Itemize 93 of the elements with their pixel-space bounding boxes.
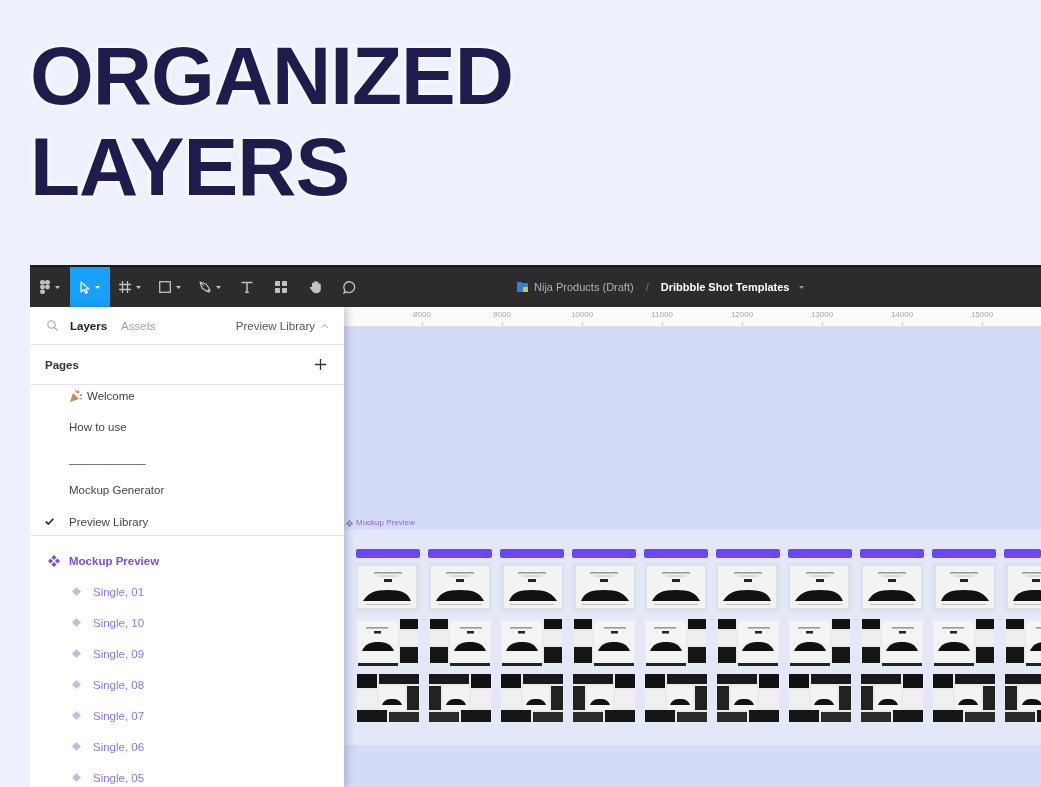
mockup-thumbnail <box>644 673 708 723</box>
page-selector[interactable]: Preview Library <box>235 319 328 332</box>
diamond-icon <box>72 711 81 720</box>
mockup-thumbnail <box>572 617 636 667</box>
logo-icon <box>40 280 50 294</box>
mockup-thumbnail <box>788 673 852 723</box>
frame-title-bar <box>716 549 780 558</box>
page-item[interactable]: Preview Library <box>45 506 149 535</box>
hand-icon <box>308 280 322 294</box>
mockup-thumbnail <box>932 673 996 723</box>
page-item[interactable]: Welcome <box>45 385 135 412</box>
mockup-thumbnail <box>572 563 636 611</box>
page-item[interactable]: Mockup Generator <box>45 474 165 506</box>
folder-icon <box>517 282 528 292</box>
caret-icon <box>176 285 181 289</box>
pen-icon <box>199 281 211 293</box>
ruler-label: 12000 <box>730 310 754 319</box>
mockup-thumbnail <box>500 563 564 611</box>
caret-icon <box>799 285 805 289</box>
mockup-thumbnail <box>500 673 564 723</box>
panel-tab[interactable]: Layers <box>70 319 108 332</box>
plus-icon <box>315 359 326 370</box>
ruler-label: 15000 <box>970 310 994 319</box>
page-item[interactable]: How to use <box>45 411 127 443</box>
mockup-thumbnail <box>932 617 996 667</box>
caret-icon <box>136 285 141 289</box>
mockup-thumbnail <box>644 563 708 611</box>
mockup-thumbnail <box>932 563 996 611</box>
mockup-thumbnail <box>860 563 924 611</box>
mockup-thumbnail <box>860 673 924 723</box>
layer-item[interactable]: Single, 06 <box>72 731 145 762</box>
frame-title-bar <box>644 549 708 558</box>
mockup-thumbnail <box>716 673 780 723</box>
mockup-thumbnail <box>428 563 492 611</box>
frame-title-bar <box>428 549 492 558</box>
mockup-thumbnail <box>644 617 708 667</box>
frame-icon <box>119 281 131 293</box>
diamond-icon <box>72 742 81 751</box>
mockup-thumbnail <box>356 673 420 723</box>
frame-title-bar <box>860 549 924 558</box>
layer-item[interactable]: Single, 08 <box>72 669 145 700</box>
mockup-thumbnail <box>356 617 420 667</box>
page-item[interactable]: ____________ <box>45 443 146 475</box>
frame-label[interactable]: Mockup Preview <box>356 518 415 528</box>
caret-icon <box>95 285 100 289</box>
pages-heading: Pages <box>45 358 79 371</box>
frame-title-bar <box>932 549 996 558</box>
diamond-icon <box>72 773 81 782</box>
rectangle-icon <box>159 281 171 293</box>
frame-title-bar <box>788 549 852 558</box>
mockup-thumbnail <box>860 617 924 667</box>
cursor-icon <box>80 280 90 294</box>
frame-title-bar <box>500 549 564 558</box>
comment-icon <box>342 280 356 294</box>
text-tool-icon <box>241 281 253 293</box>
mockup-thumbnail <box>356 563 420 611</box>
add-page-button[interactable] <box>315 359 326 370</box>
mockup-thumbnail <box>716 563 780 611</box>
caret-icon <box>55 285 60 289</box>
ruler-label: 14000 <box>890 310 914 319</box>
component-icon <box>346 519 353 527</box>
diamond-icon <box>72 587 81 596</box>
diamond-icon <box>72 649 81 658</box>
mockup-thumbnail <box>1004 563 1041 611</box>
ruler-label: 11000 <box>651 310 673 319</box>
diamond-icon <box>72 618 81 627</box>
diamond-icon <box>72 680 81 689</box>
mockup-thumbnail <box>572 673 636 723</box>
ruler-label: 8000 <box>413 310 431 319</box>
mockup-thumbnail <box>428 673 492 723</box>
layer-item[interactable]: Single, 07 <box>72 700 145 731</box>
ruler-label: 13000 <box>810 310 834 319</box>
file-title-button[interactable]: Nija Products (Draft) / Dribbble Shot Templates <box>517 267 805 307</box>
mockup-thumbnail <box>428 617 492 667</box>
layer-item[interactable]: Single, 09 <box>72 638 145 669</box>
layer-item[interactable]: Single, 01 <box>72 576 145 607</box>
mockup-thumbnail <box>788 563 852 611</box>
components-icon <box>275 281 287 293</box>
frame-title-bar <box>356 549 420 558</box>
mockup-thumbnail <box>500 617 564 667</box>
layer-item[interactable]: Single, 05 <box>72 762 145 787</box>
mockup-thumbnail <box>716 617 780 667</box>
mockup-thumbnail <box>788 617 852 667</box>
layer-item[interactable]: Mockup Preview <box>48 545 160 576</box>
frame-title-bar <box>572 549 636 558</box>
chevron-up-icon <box>321 323 328 328</box>
ruler-label: 10000 <box>570 310 594 319</box>
headline: ORGANIZED LAYERS <box>30 30 514 212</box>
component-icon <box>48 554 60 567</box>
layer-item[interactable]: Single, 10 <box>72 607 145 638</box>
ruler-label: 9000 <box>493 310 511 319</box>
frame-title-bar <box>1004 549 1041 558</box>
caret-icon <box>216 285 221 289</box>
